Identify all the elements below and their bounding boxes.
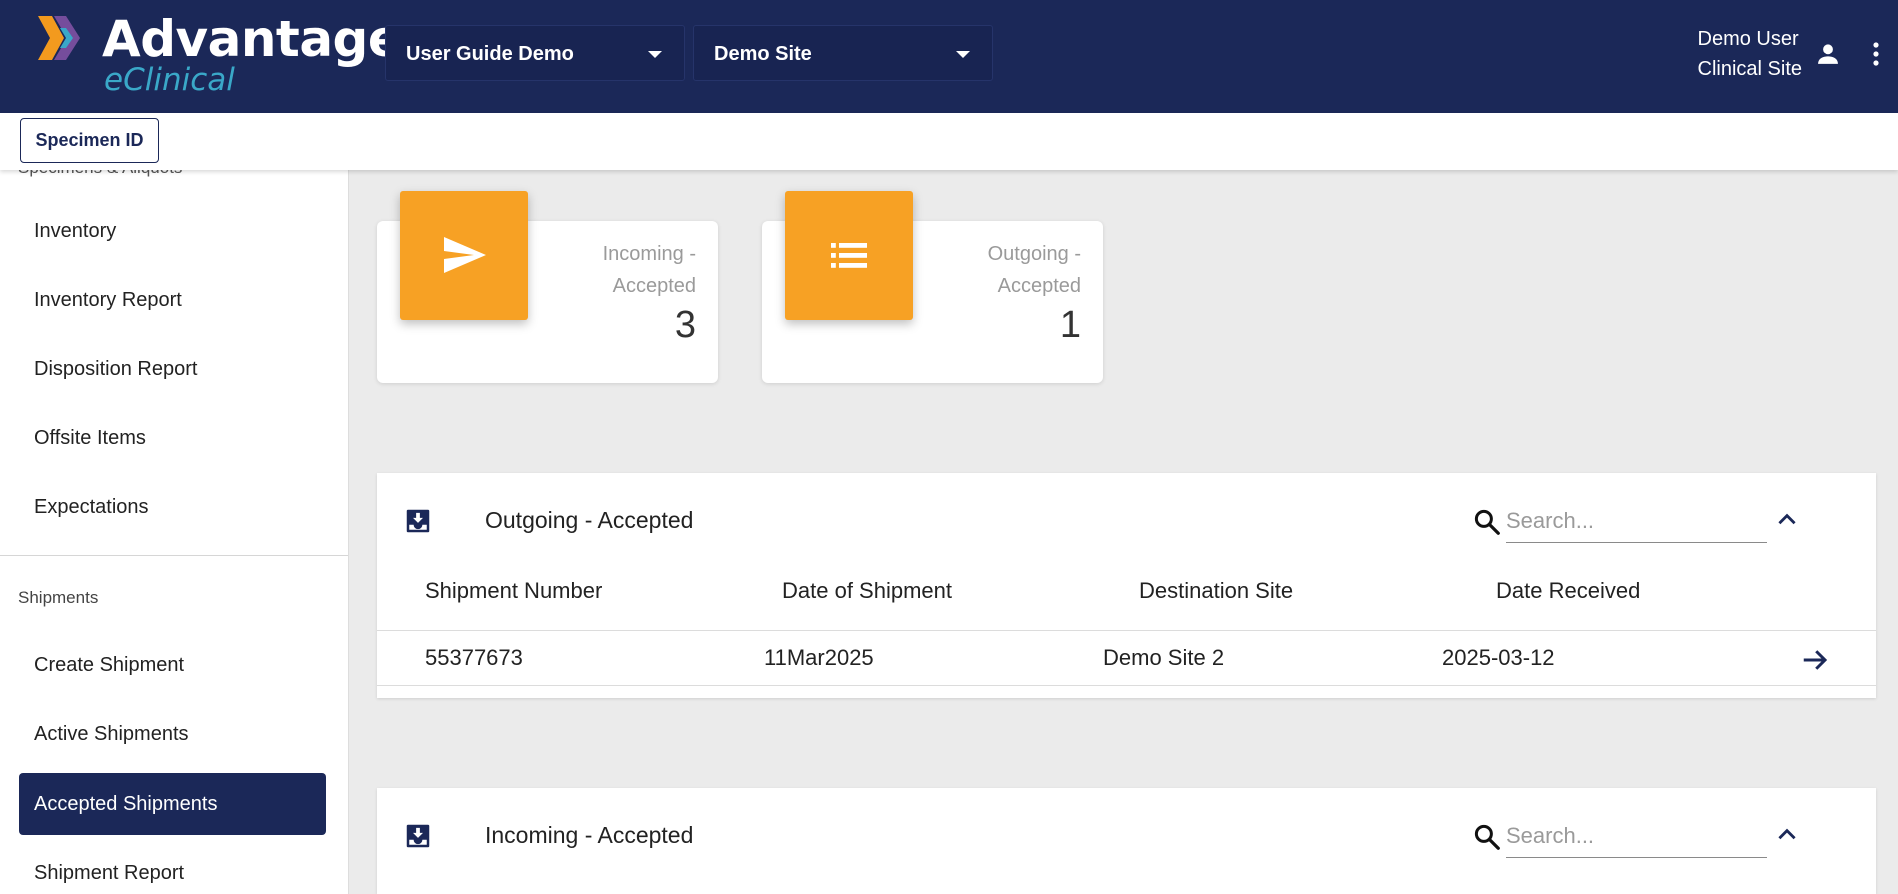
stat-label-line1: Incoming - <box>602 243 696 265</box>
user-name: Demo User <box>1697 28 1799 50</box>
panel-title: Incoming - Accepted <box>485 822 694 848</box>
column-header-date-of-shipment[interactable]: Date of Shipment <box>782 578 952 604</box>
column-header-destination-site[interactable]: Destination Site <box>1139 578 1293 604</box>
sidebar-item-inventory-report[interactable]: Inventory Report <box>19 269 326 331</box>
brand-subtitle: eClinical <box>104 62 235 98</box>
inbox-download-icon <box>406 824 430 848</box>
sidebar-divider <box>0 555 348 556</box>
incoming-search <box>1472 814 1767 860</box>
logo-chevrons-icon <box>38 16 80 60</box>
stat-label: Outgoing - Accepted <box>988 238 1081 302</box>
inbox-download-icon <box>406 509 430 533</box>
outgoing-stat-tile <box>785 191 913 320</box>
advantage-eclinical-logo[interactable]: Advantage eClinical <box>36 12 402 102</box>
chevron-up-icon[interactable] <box>1774 507 1800 533</box>
search-icon <box>1474 509 1500 535</box>
stat-label-line2: Accepted <box>612 275 696 297</box>
cell-destination-site: Demo Site 2 <box>1103 645 1225 670</box>
sidebar-item-offsite-items[interactable]: Offsite Items <box>19 407 326 469</box>
outgoing-accepted-panel: Outgoing - Accepted Shipment Number Date… <box>377 473 1876 698</box>
specimens-section-heading: Specimens & Aliquots <box>18 170 182 178</box>
panel-title: Outgoing - Accepted <box>485 507 694 533</box>
table-row[interactable]: 55377673 11Mar2025 Demo Site 2 2025-03-1… <box>377 630 1876 686</box>
caret-down-icon <box>956 51 970 58</box>
outgoing-search <box>1472 499 1767 545</box>
arrow-forward-icon[interactable] <box>1800 645 1830 675</box>
brand-name: Advantage <box>102 10 402 68</box>
list-icon <box>831 243 867 268</box>
outgoing-accepted-count: 1 <box>1059 304 1081 346</box>
user-role: Clinical Site <box>1697 58 1802 80</box>
caret-down-icon <box>648 51 662 58</box>
cell-date-received: 2025-03-12 <box>1442 645 1555 670</box>
specimen-id-button[interactable]: Specimen ID <box>20 118 159 163</box>
stat-label-line2: Accepted <box>997 275 1081 297</box>
site-select[interactable]: Demo Site <box>693 25 993 81</box>
cell-shipment-number: 55377673 <box>425 645 523 670</box>
stat-label-line1: Outgoing - <box>987 243 1081 265</box>
sidebar-item-inventory[interactable]: Inventory <box>19 200 326 262</box>
chevron-up-icon[interactable] <box>1774 822 1800 848</box>
incoming-search-input[interactable] <box>1506 814 1767 858</box>
cell-date-of-shipment: 11Mar2025 <box>764 645 874 670</box>
sidebar-item-create-shipment[interactable]: Create Shipment <box>19 634 326 696</box>
search-icon <box>1474 824 1500 850</box>
sidebar-nav: Specimens & Aliquots Inventory Inventory… <box>0 170 349 894</box>
study-select-value: User Guide Demo <box>406 43 574 65</box>
column-header-date-received[interactable]: Date Received <box>1496 578 1640 604</box>
person-icon[interactable] <box>1814 40 1842 68</box>
study-select[interactable]: User Guide Demo <box>385 25 685 81</box>
shipments-section-heading: Shipments <box>18 588 99 607</box>
sidebar-item-active-shipments[interactable]: Active Shipments <box>19 703 326 765</box>
incoming-stat-tile <box>400 191 528 320</box>
incoming-accepted-panel: Incoming - Accepted <box>377 788 1876 894</box>
incoming-accepted-count: 3 <box>674 304 696 346</box>
specimen-toolbar: Specimen ID <box>0 113 1898 170</box>
send-icon <box>444 237 486 273</box>
more-vert-icon[interactable] <box>1866 40 1886 68</box>
top-app-bar: Advantage eClinical User Guide Demo Demo… <box>0 0 1898 113</box>
outgoing-search-input[interactable] <box>1506 499 1767 543</box>
sidebar-item-disposition-report[interactable]: Disposition Report <box>19 338 326 400</box>
sidebar-item-expectations[interactable]: Expectations <box>19 476 326 538</box>
site-select-value: Demo Site <box>714 43 812 65</box>
stat-label: Incoming - Accepted <box>603 238 696 302</box>
column-header-shipment-number[interactable]: Shipment Number <box>425 578 602 604</box>
user-info: Demo User Clinical Site <box>1698 24 1802 84</box>
sidebar-item-shipment-report[interactable]: Shipment Report <box>19 842 326 894</box>
sidebar-item-accepted-shipments[interactable]: Accepted Shipments <box>19 773 326 835</box>
